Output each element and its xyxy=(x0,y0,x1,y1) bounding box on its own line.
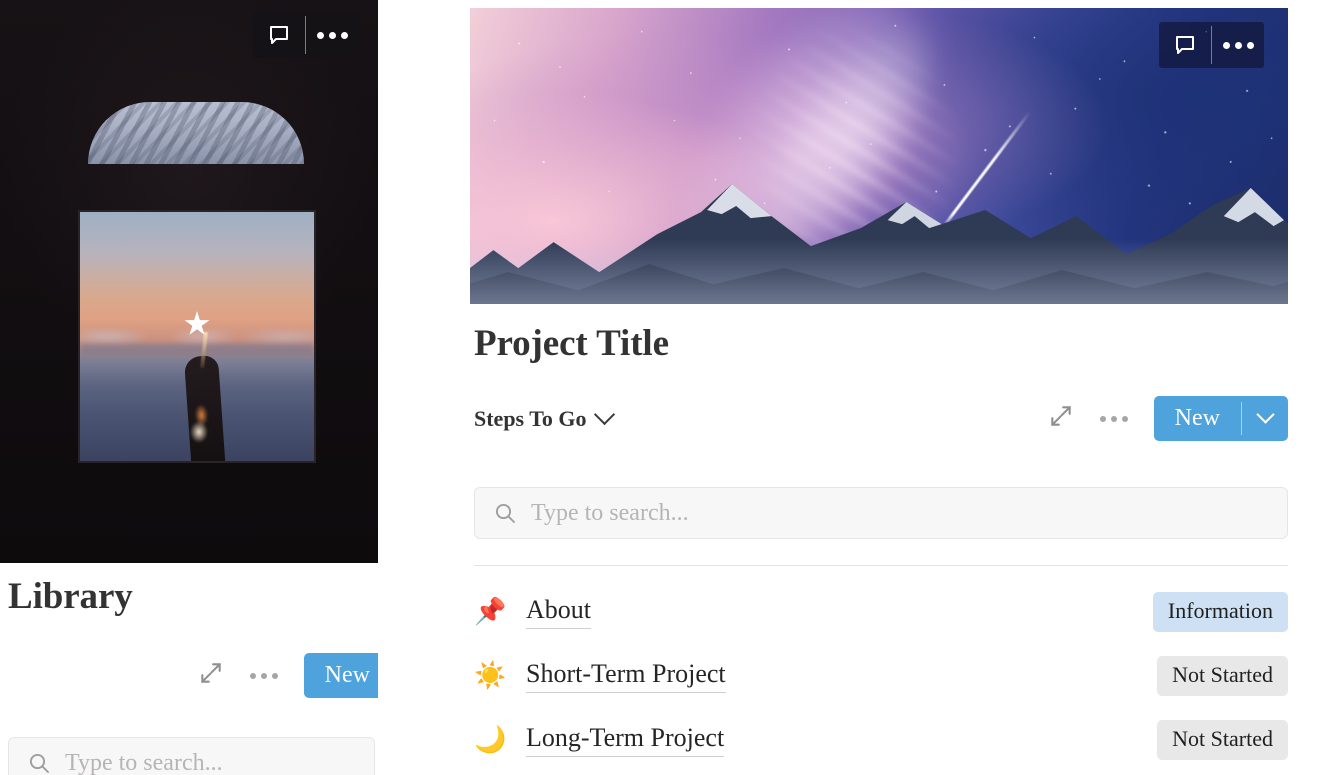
table-row[interactable]: 🌙 Long-Term Project Not Started xyxy=(474,708,1288,772)
search-icon xyxy=(495,503,515,523)
project-new-label: New xyxy=(1174,405,1220,431)
project-expand-button[interactable] xyxy=(1048,403,1074,434)
project-toolbar: New xyxy=(1048,396,1288,441)
project-search-box[interactable]: Type to search... xyxy=(474,487,1288,539)
status-badge: Information xyxy=(1152,592,1288,632)
project-more-options-button[interactable] xyxy=(1099,415,1128,422)
sunset-window-view xyxy=(78,210,316,463)
moon-icon: 🌙 xyxy=(474,725,507,754)
library-search-box[interactable]: Type to search... xyxy=(8,737,375,775)
list-top-divider xyxy=(474,565,1288,566)
arched-transom-window xyxy=(88,102,304,164)
library-more-options-button[interactable] xyxy=(249,672,278,679)
ellipsis-icon xyxy=(316,31,348,39)
pushpin-icon: 📌 xyxy=(474,597,507,626)
project-search-placeholder: Type to search... xyxy=(531,499,689,526)
library-search-placeholder: Type to search... xyxy=(65,749,223,775)
project-steps-list: 📌 About Information ☀️ Short-Term Projec… xyxy=(474,580,1288,772)
row-name-link[interactable]: About xyxy=(526,595,591,629)
expand-diagonal-icon xyxy=(1050,406,1071,426)
library-panel: Library New Type to search... xyxy=(0,0,378,775)
view-selector-label: Steps To Go xyxy=(474,405,587,431)
library-comment-button[interactable] xyxy=(253,12,305,58)
project-subheader-row: Steps To Go New xyxy=(474,396,1288,441)
sun-icon: ☀️ xyxy=(474,661,507,690)
library-expand-button[interactable] xyxy=(198,660,224,691)
cloud-band xyxy=(80,329,314,346)
search-icon xyxy=(29,753,49,773)
project-title-block: Project Title xyxy=(474,322,1292,365)
table-row[interactable]: ☀️ Short-Term Project Not Started xyxy=(474,644,1288,708)
table-row[interactable]: 📌 About Information xyxy=(474,580,1288,644)
project-panel: Project Title Steps To Go New Type to se… xyxy=(470,0,1288,775)
library-cover-image xyxy=(0,0,378,563)
expand-diagonal-icon xyxy=(200,663,221,683)
project-new-button[interactable]: New xyxy=(1153,396,1288,441)
project-comment-button[interactable] xyxy=(1159,22,1211,68)
library-more-button[interactable] xyxy=(306,12,358,58)
atmospheric-haze xyxy=(470,238,1288,304)
library-new-button[interactable]: New xyxy=(303,653,378,698)
hand-silhouette xyxy=(183,355,226,461)
ellipsis-icon xyxy=(1222,41,1254,49)
horizon-line xyxy=(80,343,314,356)
library-toolbar: New xyxy=(8,653,378,698)
library-title: Library xyxy=(8,576,133,617)
status-badge: Not Started xyxy=(1157,720,1288,760)
library-new-label: New xyxy=(324,662,370,688)
project-title: Project Title xyxy=(474,323,669,364)
app-screen: Library New Type to search... Project Ti… xyxy=(0,0,1330,775)
view-selector[interactable]: Steps To Go xyxy=(474,403,615,432)
chevron-down-icon xyxy=(593,403,615,426)
comment-bubble-icon xyxy=(270,26,288,44)
project-banner-toolbar xyxy=(1159,22,1264,68)
project-more-button[interactable] xyxy=(1212,22,1264,68)
library-cover-card xyxy=(0,0,378,563)
project-new-dropdown-button[interactable] xyxy=(1242,396,1288,441)
project-banner-image xyxy=(470,8,1288,304)
lower-spark-glow xyxy=(189,421,208,444)
status-badge: Not Started xyxy=(1157,656,1288,696)
library-header: Library xyxy=(8,575,378,618)
library-cover-toolbar xyxy=(253,12,358,58)
comment-bubble-icon xyxy=(1176,36,1194,54)
row-name-link[interactable]: Short-Term Project xyxy=(526,659,726,693)
chevron-down-icon xyxy=(1255,405,1275,424)
row-name-link[interactable]: Long-Term Project xyxy=(526,723,725,757)
